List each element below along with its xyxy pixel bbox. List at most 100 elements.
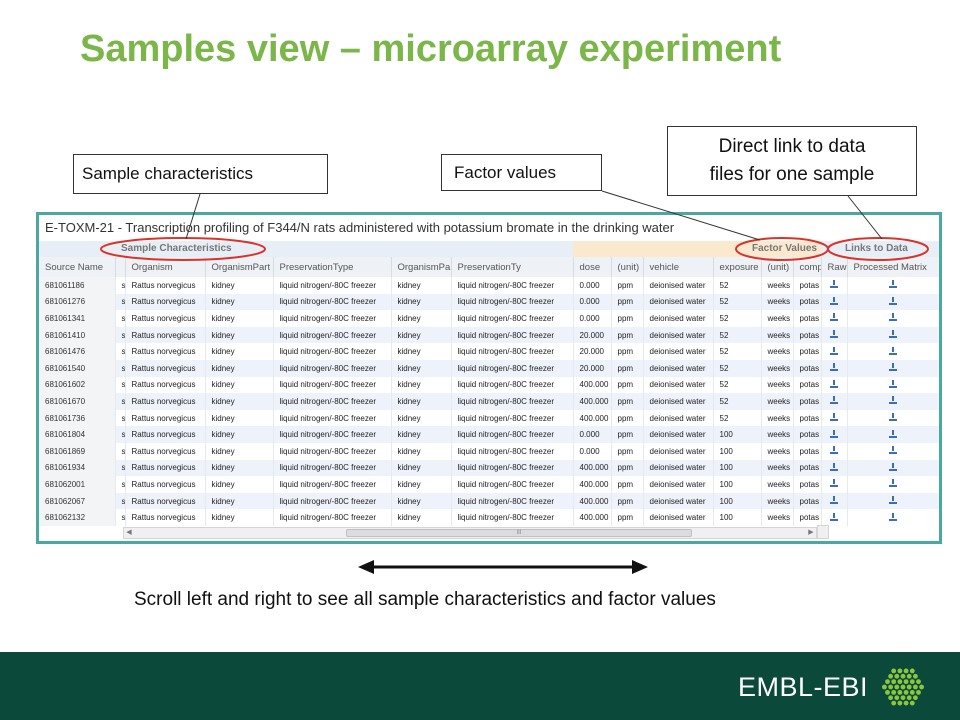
column-header-dose-unit[interactable]: (unit)	[611, 257, 644, 277]
processed-matrix-download-link[interactable]	[847, 459, 939, 477]
raw-download-link[interactable]	[821, 393, 848, 410]
download-icon[interactable]	[889, 479, 897, 488]
table-row[interactable]: 681061602sRattus norvegicuskidneyliquid …	[39, 376, 939, 394]
download-icon[interactable]	[830, 313, 838, 322]
column-header-exposure-unit[interactable]: (unit)	[761, 257, 794, 277]
download-icon[interactable]	[889, 346, 897, 355]
table-row[interactable]: 681061804sRattus norvegicuskidneyliquid …	[39, 426, 939, 443]
table-row[interactable]: 681061476sRattus norvegicuskidneyliquid …	[39, 343, 939, 360]
download-icon[interactable]	[889, 462, 897, 471]
download-icon[interactable]	[889, 313, 897, 322]
column-header-dose[interactable]: dose	[573, 257, 612, 277]
column-header-vehicle[interactable]: vehicle	[643, 257, 714, 277]
processed-matrix-download-link[interactable]	[847, 442, 939, 460]
scroll-left-arrow-icon[interactable]: ◀	[124, 528, 134, 538]
column-header-compound[interactable]: comp	[793, 257, 822, 277]
table-row[interactable]: 681061276sRattus norvegicuskidneyliquid …	[39, 293, 939, 311]
download-icon[interactable]	[830, 363, 838, 372]
table-row[interactable]: 681061869sRattus norvegicuskidneyliquid …	[39, 442, 939, 460]
processed-matrix-download-link[interactable]	[847, 409, 939, 427]
download-icon[interactable]	[830, 330, 838, 339]
processed-matrix-download-link[interactable]	[847, 509, 939, 526]
raw-download-link[interactable]	[821, 426, 848, 443]
processed-matrix-download-link[interactable]	[847, 310, 939, 327]
vertical-scrollbar-corner[interactable]	[817, 525, 829, 539]
download-icon[interactable]	[889, 280, 897, 289]
group-sample-characteristics[interactable]: Sample Characteristics	[39, 241, 573, 257]
raw-download-link[interactable]	[821, 492, 848, 510]
download-icon[interactable]	[889, 363, 897, 372]
column-header-processed-matrix[interactable]: Processed Matrix	[847, 257, 939, 277]
download-icon[interactable]	[889, 379, 897, 388]
download-icon[interactable]	[830, 496, 838, 505]
raw-download-link[interactable]	[821, 476, 848, 493]
group-links-to-data[interactable]: Links to Data	[821, 241, 939, 257]
processed-matrix-download-link[interactable]	[847, 326, 939, 344]
raw-download-link[interactable]	[821, 442, 848, 460]
processed-matrix-download-link[interactable]	[847, 293, 939, 311]
raw-download-link[interactable]	[821, 343, 848, 360]
processed-matrix-download-link[interactable]	[847, 393, 939, 410]
table-row[interactable]: 681061186sRattus norvegicuskidneyliquid …	[39, 277, 939, 294]
download-icon[interactable]	[889, 446, 897, 455]
download-icon[interactable]	[830, 396, 838, 405]
download-icon[interactable]	[830, 446, 838, 455]
table-row[interactable]: 681062067sRattus norvegicuskidneyliquid …	[39, 492, 939, 510]
download-icon[interactable]	[830, 379, 838, 388]
raw-download-link[interactable]	[821, 509, 848, 526]
download-icon[interactable]	[830, 413, 838, 422]
group-factor-values[interactable]: Factor Values	[573, 241, 821, 257]
scroll-right-arrow-icon[interactable]: ▶	[806, 528, 816, 538]
download-icon[interactable]	[889, 429, 897, 438]
column-header-organism-part-2[interactable]: OrganismPa	[391, 257, 452, 277]
processed-matrix-download-link[interactable]	[847, 426, 939, 443]
raw-download-link[interactable]	[821, 459, 848, 477]
column-header-preservation-type[interactable]: PreservationType	[273, 257, 392, 277]
scrollbar-thumb[interactable]: III	[346, 529, 692, 537]
download-icon[interactable]	[830, 512, 838, 521]
table-row[interactable]: 681061341sRattus norvegicuskidneyliquid …	[39, 310, 939, 327]
logo-dot	[891, 689, 897, 695]
raw-download-link[interactable]	[821, 409, 848, 427]
cell-exposure: 52	[713, 393, 762, 410]
download-icon[interactable]	[830, 346, 838, 355]
raw-download-link[interactable]	[821, 326, 848, 344]
processed-matrix-download-link[interactable]	[847, 359, 939, 377]
processed-matrix-download-link[interactable]	[847, 476, 939, 493]
table-row[interactable]: 681061736sRattus norvegicuskidneyliquid …	[39, 409, 939, 427]
download-icon[interactable]	[889, 330, 897, 339]
download-icon[interactable]	[830, 479, 838, 488]
column-header-organism[interactable]: Organism	[125, 257, 206, 277]
download-icon[interactable]	[889, 413, 897, 422]
table-row[interactable]: 681062001sRattus norvegicuskidneyliquid …	[39, 476, 939, 493]
download-icon[interactable]	[830, 280, 838, 289]
table-row[interactable]: 681061540sRattus norvegicuskidneyliquid …	[39, 359, 939, 377]
download-icon[interactable]	[889, 496, 897, 505]
download-icon[interactable]	[830, 429, 838, 438]
processed-matrix-download-link[interactable]	[847, 376, 939, 394]
download-icon[interactable]	[889, 296, 897, 305]
raw-download-link[interactable]	[821, 310, 848, 327]
download-icon[interactable]	[830, 462, 838, 471]
table-row[interactable]: 681061934sRattus norvegicuskidneyliquid …	[39, 459, 939, 477]
table-row[interactable]: 681062132sRattus norvegicuskidneyliquid …	[39, 509, 939, 526]
download-icon[interactable]	[830, 296, 838, 305]
column-header-organism-part[interactable]: OrganismPart	[205, 257, 274, 277]
column-header-raw[interactable]: Raw	[821, 257, 848, 277]
raw-download-link[interactable]	[821, 293, 848, 311]
raw-download-link[interactable]	[821, 359, 848, 377]
raw-download-link[interactable]	[821, 376, 848, 394]
download-icon[interactable]	[889, 396, 897, 405]
column-header-blank[interactable]	[115, 257, 126, 277]
processed-matrix-download-link[interactable]	[847, 492, 939, 510]
table-row[interactable]: 681061670sRattus norvegicuskidneyliquid …	[39, 393, 939, 410]
table-row[interactable]: 681061410sRattus norvegicuskidneyliquid …	[39, 326, 939, 344]
horizontal-scrollbar[interactable]: ◀ III ▶	[123, 527, 817, 539]
raw-download-link[interactable]	[821, 277, 848, 294]
processed-matrix-download-link[interactable]	[847, 343, 939, 360]
column-header-preservation-type-2[interactable]: PreservationTy	[451, 257, 574, 277]
download-icon[interactable]	[889, 512, 897, 521]
column-header-source-name[interactable]: Source Name	[39, 257, 116, 277]
column-header-exposure[interactable]: exposure	[713, 257, 762, 277]
processed-matrix-download-link[interactable]	[847, 277, 939, 294]
